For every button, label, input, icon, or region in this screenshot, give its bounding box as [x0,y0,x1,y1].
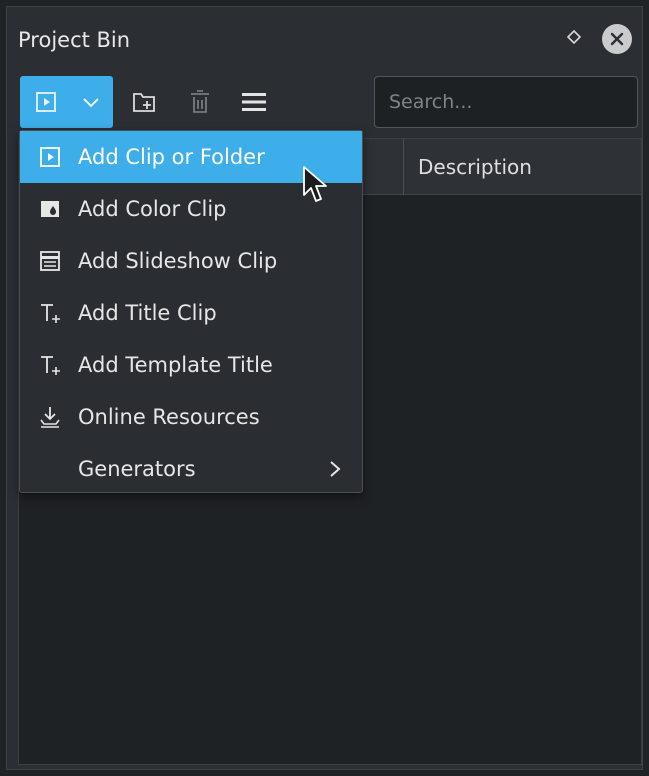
menu-item-label: Online Resources [78,405,260,429]
add-clip-icon[interactable] [34,90,58,114]
delete-icon[interactable] [186,88,214,116]
menu-item-add-slideshow-clip[interactable]: Add Slideshow Clip [20,235,362,287]
column-header-description[interactable]: Description [403,139,643,195]
menu-item-label: Add Title Clip [78,301,217,325]
menu-item-add-title-clip[interactable]: Add Title Clip [20,287,362,339]
menu-item-label: Generators [78,457,196,481]
chevron-down-icon[interactable] [80,92,102,112]
add-clip-split-button[interactable] [20,76,113,128]
color-clip-icon [38,197,62,221]
search-input[interactable] [375,77,637,127]
menu-item-label: Add Color Clip [78,197,227,221]
chevron-right-icon [328,458,342,480]
slideshow-icon [38,249,62,273]
panel-title: Project Bin [18,28,131,52]
menu-item-generators[interactable]: Generators [20,443,362,495]
menu-item-label: Add Slideshow Clip [78,249,278,273]
title-icon [38,301,62,325]
title-icon [38,353,62,377]
download-icon [38,405,62,429]
panel-titlebar: Project Bin [18,22,638,62]
bin-toolbar [20,76,640,128]
add-folder-icon[interactable] [130,88,158,116]
menu-item-label: Add Clip or Folder [78,145,265,169]
menu-item-online-resources[interactable]: Online Resources [20,391,362,443]
clip-icon [38,145,62,169]
float-panel-icon[interactable] [563,26,585,48]
menu-item-add-template-title[interactable]: Add Template Title [20,339,362,391]
menu-item-label: Add Template Title [78,353,273,377]
menu-icon[interactable] [240,88,268,116]
mouse-cursor-icon [302,165,328,205]
close-panel-icon[interactable] [602,24,632,54]
search-field[interactable] [374,76,638,128]
